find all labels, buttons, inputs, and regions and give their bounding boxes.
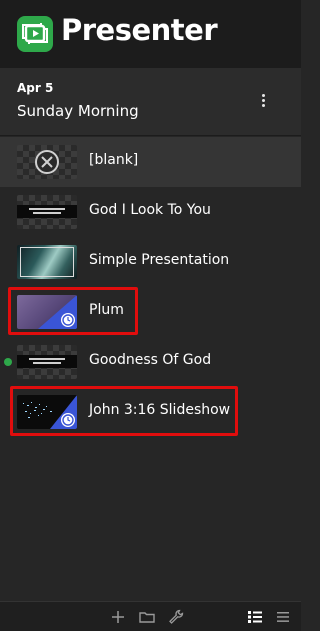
plan-date: Apr 5 (17, 81, 54, 95)
more-vertical-icon[interactable] (255, 92, 271, 112)
folder-icon[interactable] (138, 608, 156, 626)
item-label: Goodness Of God (89, 352, 212, 368)
plan-name: Sunday Morning (17, 102, 139, 120)
bottom-toolbar (0, 601, 301, 631)
item-thumbnail (17, 195, 77, 229)
clock-icon (61, 313, 75, 327)
presentation-list: [blank] God I Look To You Simple Present… (0, 137, 301, 437)
add-icon[interactable] (109, 608, 127, 626)
item-label: Plum (89, 302, 124, 318)
item-thumbnail (17, 395, 77, 429)
detailed-list-view-icon[interactable] (246, 608, 264, 626)
item-thumbnail (17, 145, 77, 179)
list-item-simple-presentation[interactable]: Simple Presentation (0, 237, 301, 287)
list-item-plum[interactable]: Plum (0, 287, 301, 337)
compact-list-view-icon[interactable] (274, 608, 292, 626)
item-thumbnail (17, 295, 77, 329)
list-item-goodness-of-god[interactable]: Goodness Of God (0, 337, 301, 387)
item-label: [blank] (89, 152, 139, 168)
item-thumbnail (17, 245, 77, 279)
app-title: Presenter (61, 13, 218, 47)
item-label: Simple Presentation (89, 252, 230, 268)
live-indicator-dot (4, 358, 12, 366)
blank-circle-x-icon (35, 150, 59, 174)
wrench-icon[interactable] (167, 608, 185, 626)
item-label: God I Look To You (89, 202, 211, 218)
app-header: Presenter (0, 0, 301, 68)
list-item-john-3-16-slideshow[interactable]: John 3:16 Slideshow (0, 387, 301, 437)
presenter-logo-icon (17, 16, 53, 52)
plan-header[interactable]: Apr 5 Sunday Morning (0, 68, 301, 136)
item-thumbnail (17, 345, 77, 379)
item-label: John 3:16 Slideshow (89, 402, 231, 418)
list-item-blank[interactable]: [blank] (0, 137, 301, 187)
clock-icon (61, 413, 75, 427)
list-item-god-i-look-to-you[interactable]: God I Look To You (0, 187, 301, 237)
